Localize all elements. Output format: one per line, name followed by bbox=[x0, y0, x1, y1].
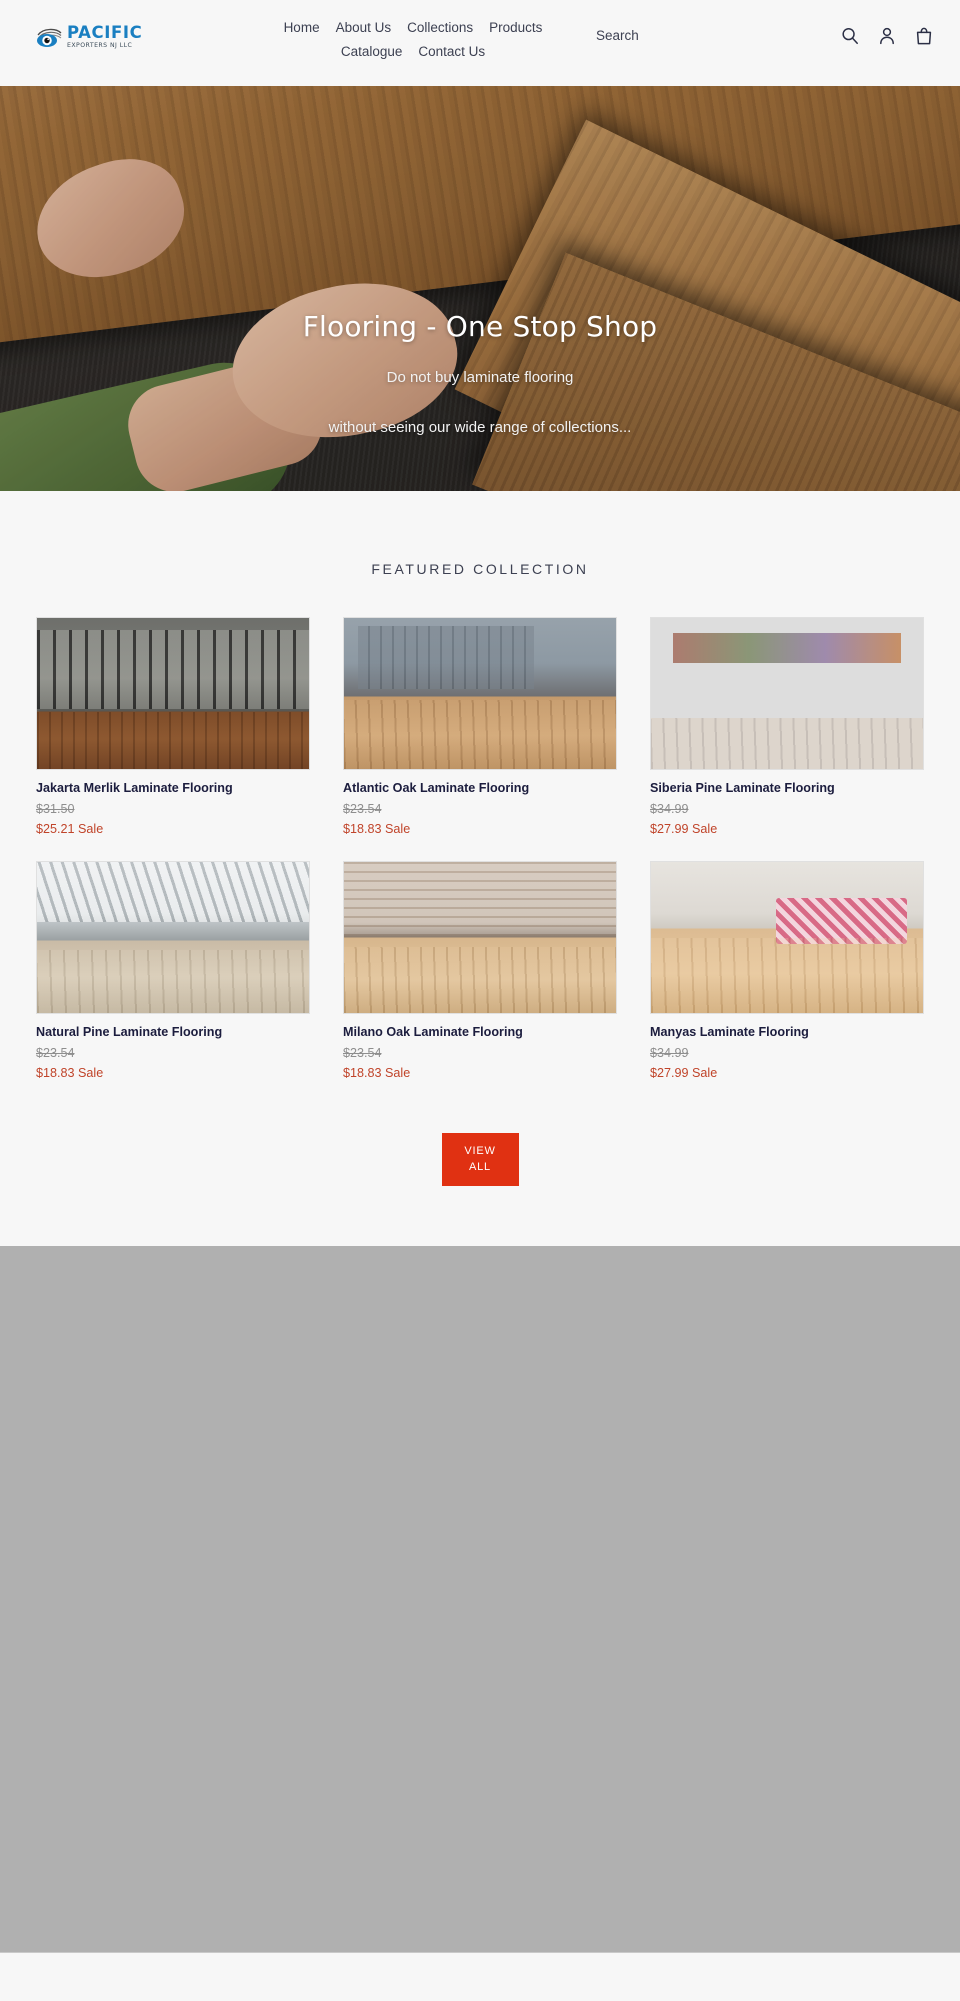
product-price-regular: $23.54 bbox=[36, 1046, 75, 1060]
logo-text: PACIFIC EXPORTERS NJ LLC bbox=[67, 22, 143, 50]
featured-collection-section: FEATURED COLLECTION Jakarta Merlik Lamin… bbox=[0, 491, 960, 1246]
product-price-sale: $25.21 Sale bbox=[36, 822, 104, 836]
hero-subtitle-line-1: Do not buy laminate flooring bbox=[386, 369, 574, 386]
embedded-content-placeholder bbox=[0, 1246, 960, 1953]
nav-item-about-us[interactable]: About Us bbox=[336, 18, 392, 38]
product-price-regular: $34.99 bbox=[650, 1046, 689, 1060]
header-icon-group bbox=[840, 26, 934, 46]
hero-banner: Flooring - One Stop Shop Do not buy lami… bbox=[0, 86, 960, 491]
product-card[interactable]: Atlantic Oak Laminate Flooring $23.54 $1… bbox=[343, 617, 617, 837]
site-footer bbox=[0, 1953, 960, 2001]
nav-item-contact-us[interactable]: Contact Us bbox=[418, 42, 485, 62]
product-image-milano-oak[interactable] bbox=[343, 861, 617, 1014]
nav-item-home[interactable]: Home bbox=[284, 18, 320, 38]
search-link[interactable]: Search bbox=[596, 28, 639, 43]
hero-subtitle-line-2: without seeing our wide range of collect… bbox=[328, 419, 632, 436]
product-price-sale: $18.83 Sale bbox=[36, 1066, 104, 1080]
view-all-label-line-2: ALL bbox=[469, 1161, 491, 1173]
nav-item-collections[interactable]: Collections bbox=[407, 18, 473, 38]
product-card[interactable]: Milano Oak Laminate Flooring $23.54 $18.… bbox=[343, 861, 617, 1081]
nav-item-products[interactable]: Products bbox=[489, 18, 542, 38]
main-navigation: Home About Us Collections Products Catalogue… bbox=[248, 18, 578, 66]
view-all-button[interactable]: VIEW ALL bbox=[441, 1133, 519, 1186]
product-card[interactable]: Siberia Pine Laminate Flooring $34.99 $2… bbox=[650, 617, 924, 837]
product-title: Milano Oak Laminate Flooring bbox=[343, 1025, 523, 1039]
logo-main-text: PACIFIC bbox=[67, 22, 143, 42]
logo-sub-text: EXPORTERS NJ LLC bbox=[67, 42, 133, 50]
hero-title: Flooring - One Stop Shop bbox=[302, 310, 658, 343]
view-all-label-line-1: VIEW bbox=[464, 1145, 496, 1157]
product-card[interactable]: Jakarta Merlik Laminate Flooring $31.50 … bbox=[36, 617, 310, 837]
product-image-natural-pine[interactable] bbox=[36, 861, 310, 1014]
product-price-sale: $18.83 Sale bbox=[343, 822, 411, 836]
product-price-sale: $27.99 Sale bbox=[650, 1066, 718, 1080]
featured-collection-title: FEATURED COLLECTION bbox=[371, 561, 589, 577]
product-card[interactable]: Manyas Laminate Flooring $34.99 $27.99 S… bbox=[650, 861, 924, 1081]
product-price-regular: $34.99 bbox=[650, 802, 689, 816]
eye-logo-icon bbox=[36, 24, 62, 50]
product-image-atlantic-oak[interactable] bbox=[343, 617, 617, 770]
product-title: Natural Pine Laminate Flooring bbox=[36, 1025, 223, 1039]
product-image-siberia-pine[interactable] bbox=[650, 617, 924, 770]
product-price-regular: $23.54 bbox=[343, 802, 382, 816]
product-grid: Jakarta Merlik Laminate Flooring $31.50 … bbox=[36, 617, 924, 1081]
site-header: PACIFIC EXPORTERS NJ LLC Home About Us Col… bbox=[0, 0, 960, 86]
hero-content: Flooring - One Stop Shop Do not buy lami… bbox=[0, 308, 960, 446]
product-image-manyas[interactable] bbox=[650, 861, 924, 1014]
product-title: Manyas Laminate Flooring bbox=[650, 1025, 809, 1039]
product-price-sale: $27.99 Sale bbox=[650, 822, 718, 836]
product-title: Jakarta Merlik Laminate Flooring bbox=[36, 781, 233, 795]
product-title: Atlantic Oak Laminate Flooring bbox=[343, 781, 530, 795]
account-icon[interactable] bbox=[877, 26, 897, 46]
view-all-container: VIEW ALL bbox=[0, 1133, 960, 1186]
search-icon[interactable] bbox=[840, 26, 860, 46]
site-logo[interactable]: PACIFIC EXPORTERS NJ LLC bbox=[36, 24, 142, 50]
cart-icon[interactable] bbox=[914, 26, 934, 46]
product-price-regular: $31.50 bbox=[36, 802, 75, 816]
product-price-sale: $18.83 Sale bbox=[343, 1066, 411, 1080]
nav-item-catalogue[interactable]: Catalogue bbox=[341, 42, 403, 62]
product-image-jakarta-merlik[interactable] bbox=[36, 617, 310, 770]
product-card[interactable]: Natural Pine Laminate Flooring $23.54 $1… bbox=[36, 861, 310, 1081]
product-title: Siberia Pine Laminate Flooring bbox=[650, 781, 835, 795]
product-price-regular: $23.54 bbox=[343, 1046, 382, 1060]
